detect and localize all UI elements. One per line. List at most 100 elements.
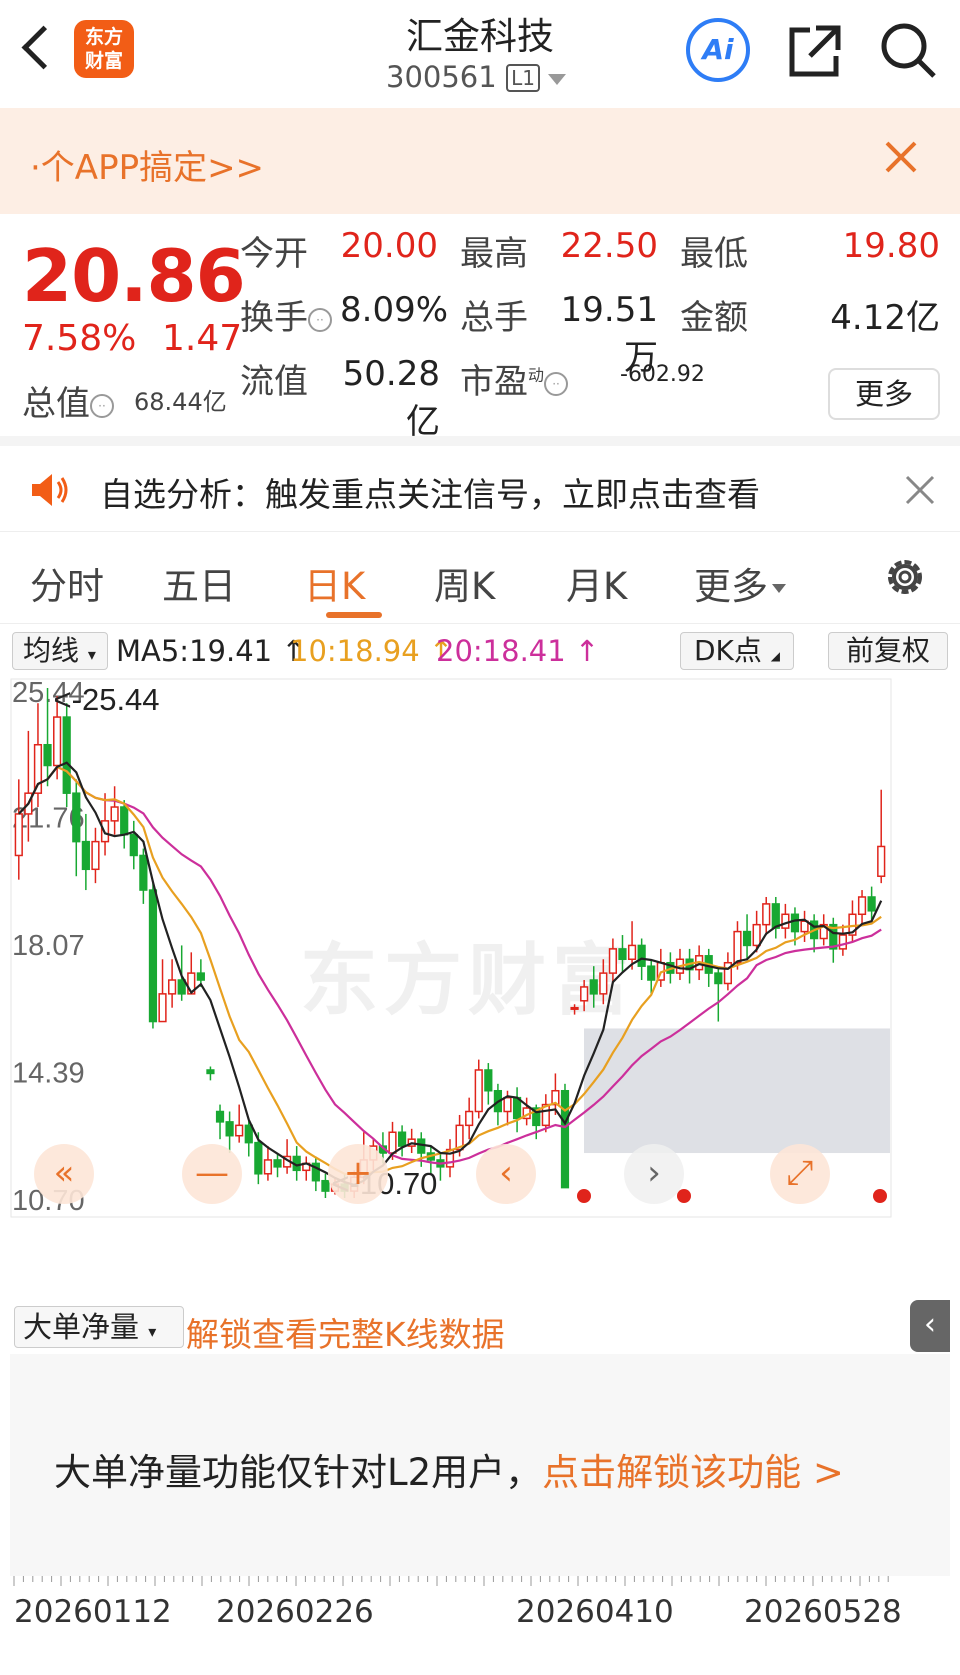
current-price: 20.86 <box>22 234 246 318</box>
candle-body <box>388 1131 397 1154</box>
signal-dot <box>577 1189 591 1203</box>
total-cap-label-text: 总值 <box>22 384 90 424</box>
candle-body <box>838 934 847 950</box>
candle-body <box>72 792 81 843</box>
candle-body <box>733 930 742 964</box>
dk-point-button[interactable]: DK点 ◢ <box>680 632 794 670</box>
app-header: 东方 财富 汇金科技 300561 L1 Ai <box>0 0 960 108</box>
candle-body <box>857 896 867 916</box>
change-percent: 7.58% <box>22 318 137 359</box>
tab-daily-k[interactable]: 日K <box>304 556 365 610</box>
search-icon[interactable] <box>876 18 940 82</box>
kline-svg[interactable]: 25.4421.7618.0714.3910.70<-25.44<-10.70 <box>10 678 950 1302</box>
active-tab-indicator <box>326 612 382 618</box>
unlock-kline-link[interactable]: 解锁查看完整K线数据 <box>186 1308 505 1356</box>
promo-text[interactable]: ·个APP搞定>> <box>30 140 264 189</box>
ma-indicator-bar: 均线 ▾ MA5:19.41 ↑ 10:18.94 ↑ 20:18.41 ↑ D… <box>0 630 960 674</box>
candle-body <box>867 896 876 912</box>
candle-body <box>714 972 723 985</box>
promo-banner[interactable]: ·个APP搞定>> <box>0 108 960 214</box>
tab-monthly-k[interactable]: 月K <box>566 556 627 610</box>
period-tabs: 分时 五日 日K 周K 月K 更多 <box>0 532 960 624</box>
volume-label: 总手 <box>460 298 528 338</box>
indicator-select-label: 大单净量 <box>23 1310 140 1344</box>
candle-body <box>647 965 656 981</box>
resistance-zone <box>584 1028 890 1154</box>
dk-point-label: DK点 <box>693 634 762 667</box>
date-label-4: 20260528 <box>744 1594 902 1630</box>
candle-body <box>196 972 205 981</box>
candle-body <box>148 889 158 1023</box>
candle-body <box>484 1069 493 1092</box>
candle-body <box>215 1110 225 1123</box>
code-dropdown-icon[interactable] <box>548 74 566 85</box>
open-label: 今开 <box>240 234 308 274</box>
candle-body <box>254 1141 263 1175</box>
gear-icon[interactable] <box>880 552 930 602</box>
candle-body <box>129 833 138 857</box>
indicator-select[interactable]: 大单净量 ▾ <box>14 1306 184 1348</box>
candle-body <box>225 1121 234 1137</box>
candle-body <box>771 903 780 929</box>
low-value: 19.80 <box>842 226 940 266</box>
date-label-2: 20260226 <box>216 1594 374 1630</box>
y-tick-label: 14.39 <box>12 1057 85 1089</box>
tab-more[interactable]: 更多 <box>694 556 786 610</box>
candle-body <box>742 930 752 947</box>
info-icon[interactable]: ·· <box>90 393 114 418</box>
adjust-button[interactable]: 前复权 <box>828 632 948 670</box>
turnover-value: 8.09% <box>340 290 449 330</box>
alert-text[interactable]: 自选分析：触发重点关注信号，立即点击查看 <box>100 468 760 516</box>
info-icon[interactable]: ·· <box>308 307 332 332</box>
indicator-panel: 大单净量功能仅针对L2用户，点击解锁该功能 > <box>10 1354 950 1576</box>
signal-dot <box>677 1189 691 1203</box>
candle-body <box>589 979 598 995</box>
alert-strip[interactable]: 自选分析：触发重点关注信号，立即点击查看 <box>0 436 960 532</box>
candle-body <box>608 948 618 974</box>
fullscreen-button[interactable]: ⤢ <box>770 1144 830 1204</box>
tab-five-day[interactable]: 五日 <box>162 556 236 610</box>
ma5-value: MA5:19.41 ↑ <box>116 634 306 668</box>
candle-body <box>53 716 62 767</box>
tab-intraday[interactable]: 分时 <box>30 556 104 610</box>
total-cap-value: 68.44亿 <box>134 388 227 416</box>
ma-select[interactable]: 均线 ▾ <box>12 632 108 670</box>
kline-chart[interactable]: 东方财富 25.4421.7618.0714.3910.70<-25.44<-1… <box>10 678 950 1302</box>
date-label-3: 20260410 <box>516 1594 674 1630</box>
high-label: 最高 <box>460 234 528 274</box>
scroll-left-button[interactable]: ‹ <box>476 1144 536 1204</box>
promo-close-icon[interactable] <box>884 140 918 174</box>
zoom-out-button[interactable]: — <box>182 1144 242 1204</box>
candle-body <box>637 944 646 967</box>
ma10-value: 10:18.94 ↑ <box>290 634 454 668</box>
candle-body <box>206 1069 215 1075</box>
candle-body <box>790 913 800 933</box>
zoom-in-button[interactable]: + <box>328 1144 388 1204</box>
candle-body <box>618 948 627 961</box>
caret-down-icon <box>772 584 786 593</box>
speaker-icon <box>32 474 68 506</box>
scroll-start-button[interactable]: « <box>34 1144 94 1204</box>
candle-body <box>474 1069 483 1113</box>
alert-close-icon[interactable] <box>904 474 936 506</box>
info-icon[interactable]: ·· <box>544 371 569 396</box>
tab-more-label: 更多 <box>694 565 768 608</box>
candle-body <box>263 1159 273 1175</box>
collapse-side-button[interactable]: ‹ <box>910 1300 950 1352</box>
scroll-right-button[interactable]: › <box>624 1144 684 1204</box>
stock-code[interactable]: 300561 <box>386 60 497 94</box>
candle-body <box>120 806 129 836</box>
date-label-1: 20260112 <box>14 1594 172 1630</box>
ai-button[interactable]: Ai <box>686 18 750 82</box>
share-icon[interactable] <box>786 22 844 80</box>
candle-body <box>168 979 177 995</box>
signal-dot <box>873 1189 887 1203</box>
more-quote-button[interactable]: 更多 <box>828 368 940 420</box>
change-amount: 1.47 <box>162 318 243 359</box>
candle-body <box>465 1110 474 1127</box>
unlock-feature-link[interactable]: 点击解锁该功能 > <box>542 1451 844 1494</box>
candle-body <box>762 903 771 926</box>
tab-weekly-k[interactable]: 周K <box>434 556 495 610</box>
ma20-value: 20:18.41 ↑ <box>436 634 600 668</box>
pe-label-text: 市盈 <box>460 362 528 402</box>
